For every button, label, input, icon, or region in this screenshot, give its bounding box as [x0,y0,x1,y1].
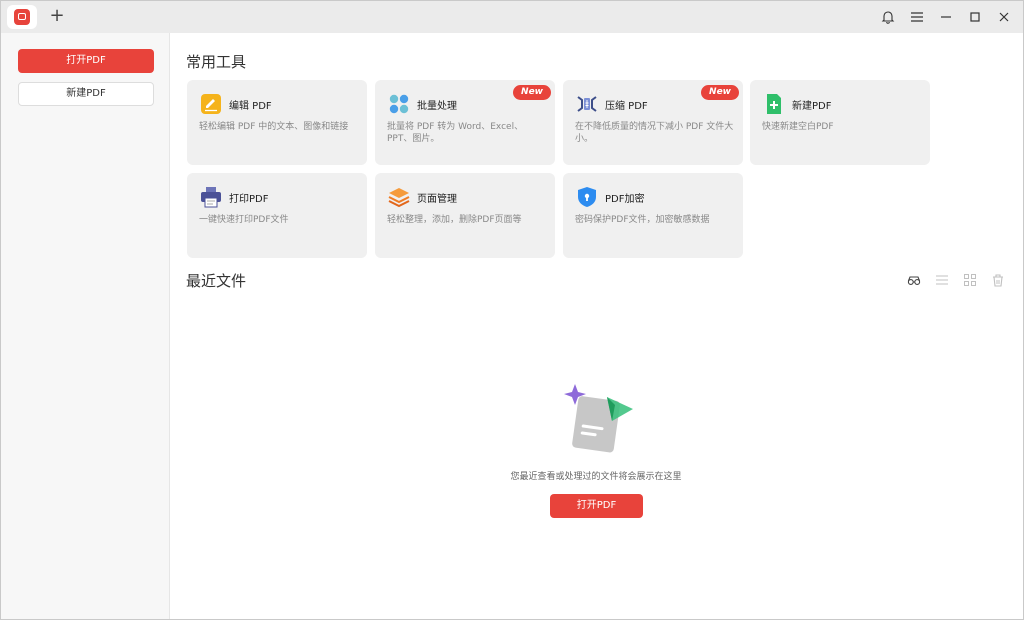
new-tab-button[interactable]: + [47,6,67,26]
tool-title: 压缩 PDF [605,101,648,112]
trash-icon[interactable] [991,272,1005,287]
close-icon[interactable] [993,7,1015,27]
tool-card-encrypt[interactable]: PDF加密 密码保护PDF文件，加密敏感数据 [563,173,743,258]
empty-state-text: 您最近查看或处理过的文件将会展示在这里 [510,472,682,482]
tool-card-page-manage[interactable]: 页面管理 轻松整理，添加，删除PDF页面等 [375,173,555,258]
menu-icon[interactable] [906,7,928,27]
tool-desc: 批量将 PDF 转为 Word、Excel、PPT、图片。 [387,122,524,144]
tool-title: 页面管理 [417,194,457,205]
minimize-icon[interactable] [935,7,957,27]
maximize-icon[interactable] [964,7,986,27]
tool-card-print[interactable]: 打印PDF 一键快速打印PDF文件 [187,173,367,258]
tool-desc: 在不降低质量的情况下减小 PDF 文件大小。 [575,122,734,144]
glasses-view-icon[interactable] [907,272,921,286]
tool-card-batch[interactable]: 批量处理 批量将 PDF 转为 Word、Excel、PPT、图片。 New [375,80,555,165]
tool-card-compress[interactable]: 压缩 PDF 在不降低质量的情况下减小 PDF 文件大小。 New [563,80,743,165]
empty-illustration-icon [563,381,639,457]
notification-bell-icon[interactable] [877,7,899,27]
tool-title: 批量处理 [417,101,457,112]
tool-card-edit-pdf[interactable]: 编辑 PDF 轻松编辑 PDF 中的文本、图像和链接 [187,80,367,165]
tool-desc: 密码保护PDF文件，加密敏感数据 [575,215,710,225]
new-badge: New [513,85,551,100]
tool-title: 编辑 PDF [229,101,272,112]
title-bar: + [1,1,1023,33]
app-window: + 打开PDF 新建PDF 常用工具 编辑 PDF 轻松编辑 PDF 中的文本、… [0,0,1024,620]
edit-pencil-icon [200,93,222,115]
list-view-icon[interactable] [935,272,949,286]
printer-icon [200,186,222,208]
new-badge: New [701,85,739,100]
recent-heading: 最近文件 [186,272,247,290]
tool-title: 打印PDF [229,194,269,205]
tool-desc: 一键快速打印PDF文件 [199,215,289,225]
tool-desc: 轻松编辑 PDF 中的文本、图像和链接 [199,122,349,132]
tools-heading: 常用工具 [186,53,247,71]
compress-icon [576,93,598,115]
tool-title: PDF加密 [605,194,645,205]
tool-title: 新建PDF [792,101,832,112]
tool-card-new-pdf[interactable]: 新建PDF 快速新建空白PDF [750,80,930,165]
tool-desc: 快速新建空白PDF [762,122,834,132]
open-pdf-button[interactable]: 打开PDF [18,49,154,73]
batch-grid-icon [388,93,410,115]
home-tab[interactable] [7,5,37,29]
sidebar: 打开PDF 新建PDF [1,33,170,619]
shield-lock-icon [576,186,598,208]
tool-desc: 轻松整理，添加，删除PDF页面等 [387,215,522,225]
open-pdf-main-button[interactable]: 打开PDF [550,494,643,518]
layers-icon [388,186,410,208]
app-logo-icon [14,9,30,25]
new-pdf-button[interactable]: 新建PDF [18,82,154,106]
grid-view-icon[interactable] [963,272,977,286]
new-document-icon [763,93,785,115]
